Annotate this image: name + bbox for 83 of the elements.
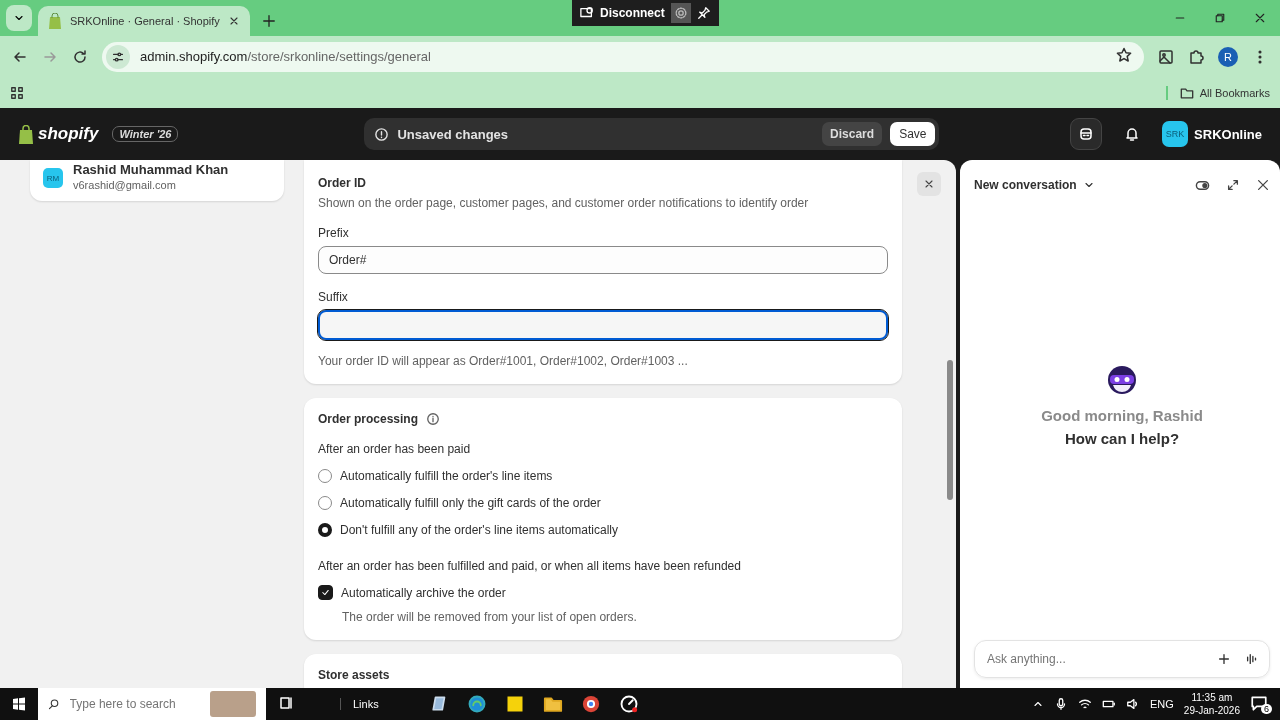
section-title: Store assets	[318, 668, 390, 682]
microphone-icon[interactable]	[1054, 697, 1068, 711]
user-email: v6rashid@gmail.com	[73, 179, 177, 191]
plus-icon[interactable]	[261, 14, 276, 28]
discard-button[interactable]: Discard	[822, 122, 883, 146]
wifi-icon[interactable]	[1078, 697, 1092, 711]
restore-icon[interactable]	[1214, 12, 1226, 24]
checkbox[interactable]	[318, 585, 333, 600]
search-icon	[48, 697, 60, 711]
section-title: Order ID	[318, 176, 366, 190]
option-label[interactable]: Automatically fulfill only the gift cards of the order	[340, 495, 601, 510]
close-icon[interactable]	[1256, 177, 1270, 192]
notification-icon[interactable]	[1250, 694, 1268, 712]
prefix-input[interactable]: Order#	[318, 246, 888, 274]
apps-grid-icon[interactable]	[10, 85, 24, 100]
voice-icon[interactable]	[1245, 652, 1259, 666]
shopping-bag-icon	[48, 13, 62, 29]
taskbar-search-box[interactable]: Type here to search	[38, 688, 266, 720]
address-bar[interactable]: admin.shopify.com/store/srkonline/settings/general	[102, 41, 1144, 72]
option-label[interactable]: Don't fulfill any of the order's line items automatically	[340, 522, 619, 537]
sticky-notes-icon[interactable]	[505, 694, 526, 714]
group-label: After an order has been fulfilled and paid, or when all items have been refunded	[318, 559, 742, 573]
section-title: Order processing	[318, 412, 419, 426]
radio-button[interactable]	[318, 468, 332, 483]
folder-icon	[1179, 85, 1194, 100]
greeting-text: Good morning, Rashid	[1041, 407, 1203, 424]
robot-face-icon	[1078, 126, 1095, 142]
pin-icon[interactable]	[696, 6, 711, 20]
option-label[interactable]: Automatically archive the order	[341, 585, 506, 600]
plus-icon[interactable]	[1217, 652, 1231, 666]
edition-badge: Winter '26	[112, 126, 179, 142]
close-icon[interactable]	[1254, 12, 1266, 24]
photo-placeholder	[209, 691, 256, 717]
suffix-input[interactable]	[318, 310, 888, 340]
monitor-icon[interactable]	[580, 6, 594, 20]
user-avatar: RM	[43, 168, 63, 188]
group-label: After an order has been paid	[318, 442, 472, 456]
chat-input-box[interactable]: Ask anything...	[974, 640, 1270, 678]
site-settings-icon[interactable]	[111, 49, 125, 64]
clock[interactable]: 11:35 am 29-Jan-2026	[1183, 691, 1240, 717]
profile-avatar[interactable]: R	[1218, 46, 1238, 67]
folder-icon[interactable]	[543, 694, 564, 714]
store-menu[interactable]: SRK SRKOnline	[1162, 121, 1262, 147]
help-prompt: How can I help?	[1064, 430, 1180, 447]
help-text: Your order ID will appear as Order#1001, Order#1002, Order#1003 ...	[318, 354, 689, 368]
field-label: Prefix	[318, 226, 350, 240]
task-view-icon[interactable]	[278, 694, 294, 711]
image-icon[interactable]	[1158, 48, 1174, 65]
shopify-logo[interactable]: shopify	[18, 124, 99, 144]
unsaved-changes-text: Unsaved changes	[397, 126, 510, 142]
radio-button[interactable]	[318, 522, 332, 537]
save-button[interactable]: Save	[890, 122, 936, 146]
field-label: Suffix	[318, 290, 349, 304]
option-description: The order will be removed from your list of open orders.	[342, 610, 638, 624]
windows-logo-icon[interactable]	[11, 696, 27, 712]
scrollbar-thumb[interactable]	[947, 360, 953, 500]
bookmark-star-icon[interactable]	[1116, 47, 1132, 63]
disconnect-button[interactable]: Disconnect	[600, 6, 665, 20]
browser-tab[interactable]: SRKOnline · General · Shopify	[38, 6, 250, 36]
close-icon	[923, 178, 935, 190]
links-toolbar[interactable]: Links	[340, 698, 379, 710]
speedometer-icon[interactable]	[619, 694, 640, 714]
user-card[interactable]: RM Rashid Muhammad Khan v6rashid@gmail.com	[30, 160, 284, 201]
option-label[interactable]: Automatically fulfill the order's line items	[340, 468, 553, 483]
robot-mascot-icon	[1106, 363, 1138, 395]
url-text: admin.shopify.com/store/srkonline/settings/general	[140, 49, 431, 64]
bell-icon[interactable]	[1124, 126, 1141, 142]
info-icon[interactable]	[426, 412, 441, 426]
reload-icon[interactable]	[72, 48, 88, 65]
language-indicator[interactable]: ENG	[1150, 698, 1174, 710]
check-icon	[320, 587, 331, 598]
notification-count: 6	[1261, 704, 1272, 714]
section-description: Shown on the order page, customer pages, and customer order notifications to identify order	[318, 196, 810, 210]
user-name: Rashid Muhammad Khan	[73, 162, 229, 177]
settings-icon[interactable]	[673, 6, 688, 20]
assistant-button[interactable]	[1070, 118, 1103, 150]
radio-button[interactable]	[318, 495, 332, 510]
alert-icon	[374, 126, 390, 142]
expand-icon[interactable]	[1226, 177, 1240, 192]
speaker-icon[interactable]	[1126, 697, 1140, 711]
all-bookmarks-button[interactable]: All Bookmarks	[1165, 85, 1270, 100]
puzzle-piece-icon[interactable]	[1188, 48, 1204, 65]
conversation-dropdown[interactable]: New conversation	[974, 178, 1095, 192]
